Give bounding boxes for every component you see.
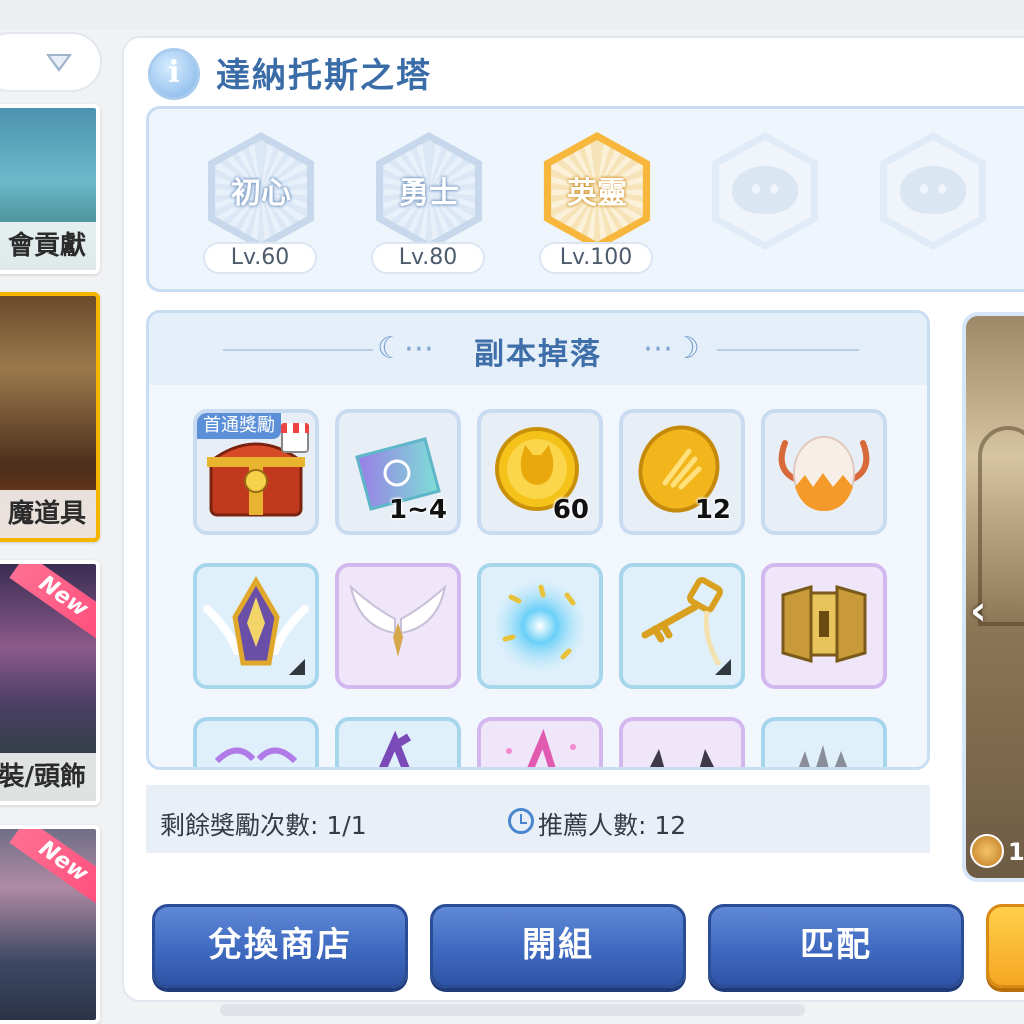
drop-item-gold-armor[interactable]: [761, 563, 887, 689]
sidebar-card-caption: 會貢獻: [0, 222, 96, 270]
item-quantity: 60: [552, 495, 589, 525]
drop-item-pink-sword[interactable]: [477, 717, 603, 767]
drop-item-cat-coin[interactable]: 60: [477, 409, 603, 535]
new-ribbon: New: [9, 564, 96, 641]
sidebar-card-contribution[interactable]: 會貢獻: [0, 104, 100, 274]
recommended-players-value: 12: [654, 811, 687, 840]
difficulty-level: Lv.60: [203, 242, 317, 274]
difficulty-label: 初心: [231, 176, 291, 211]
purple-claw-icon: [379, 730, 412, 767]
drop-item-purple-claw[interactable]: [335, 717, 461, 767]
gold-armor-icon: [781, 585, 867, 663]
drop-item-golden-key[interactable]: [619, 563, 745, 689]
egg-icon: [778, 436, 870, 511]
scroll-indicator: [220, 1004, 805, 1016]
drop-item-egg[interactable]: [761, 409, 887, 535]
enter-button[interactable]: [986, 904, 1024, 988]
moon-deco-icon: ⋯☽: [643, 331, 700, 366]
drop-item-dark-horns[interactable]: [619, 717, 745, 767]
drop-item-treasure-chest[interactable]: 首通獎勵: [193, 409, 319, 535]
first-clear-badge: 首通獎勵: [197, 413, 281, 439]
difficulty-label: 英靈: [567, 176, 627, 211]
pink-sword-icon: [506, 728, 576, 767]
top-strip: [0, 0, 1024, 30]
remaining-rewards-value: 1/1: [326, 811, 367, 840]
form-team-button[interactable]: 開組: [430, 904, 686, 988]
drop-item-angel-wings[interactable]: [335, 563, 461, 689]
drop-item-magic-orb[interactable]: [477, 563, 603, 689]
difficulty-label: 勇士: [399, 176, 459, 211]
drop-item-ticket[interactable]: 1~4: [335, 409, 461, 535]
drops-title: 副本掉落: [474, 337, 602, 372]
drop-item-winged-helm[interactable]: [193, 563, 319, 689]
remaining-rewards: 剩餘獎勵次數: 1/1: [160, 806, 367, 842]
clock-icon: [508, 808, 534, 834]
equip-corner-mark: [289, 659, 305, 675]
item-quantity: 1~4: [389, 495, 447, 525]
chevron-left-icon[interactable]: ‹: [970, 588, 986, 634]
angel-wings-icon: [349, 584, 447, 657]
drop-item-wing-coin[interactable]: 12: [619, 409, 745, 535]
sidebar-card-headgear[interactable]: New 裝/頭飾: [0, 560, 100, 805]
remaining-rewards-label: 剩餘獎勵次數:: [160, 811, 319, 840]
drop-item-silver-spikes[interactable]: [761, 717, 887, 767]
difficulty-level: Lv.80: [371, 242, 485, 274]
drops-header: ☾⋯ 副本掉落 ⋯☽: [149, 313, 927, 385]
recommended-players: 推薦人數: 12: [538, 806, 686, 842]
reward-badge-icon: [970, 834, 1004, 868]
match-button[interactable]: 匹配: [708, 904, 964, 988]
silver-spikes-icon: [798, 745, 848, 767]
poring-icon: [732, 166, 798, 214]
sidebar-card-caption: 魔道具: [0, 490, 96, 538]
purple-mask-icon: [214, 747, 298, 764]
difficulty-level: Lv.100: [539, 242, 653, 274]
shop-icon: [281, 423, 309, 453]
drop-item-purple-mask[interactable]: [193, 717, 319, 767]
sidebar-card-caption: 裝/頭飾: [0, 753, 96, 801]
equip-corner-mark: [715, 659, 731, 675]
category-dropdown[interactable]: [0, 32, 102, 92]
page-title: 達納托斯之塔: [216, 56, 432, 96]
info-icon[interactable]: i: [148, 48, 200, 100]
dark-horns-icon: [650, 749, 714, 767]
sidebar-card-4[interactable]: New: [0, 825, 100, 1024]
new-ribbon: New: [9, 829, 96, 906]
dropdown-arrow-icon[interactable]: [46, 54, 72, 72]
preview-count: 1/: [1008, 838, 1024, 866]
drops-panel: ☾⋯ 副本掉落 ⋯☽ 首通獎勵 1~4 60 12: [146, 310, 930, 770]
item-quantity: 12: [694, 495, 731, 525]
magic-orb-icon: [492, 578, 588, 674]
recommended-players-label: 推薦人數:: [538, 811, 647, 840]
exchange-shop-button[interactable]: 兌換商店: [152, 904, 408, 988]
sidebar-card-magic-items[interactable]: 魔道具: [0, 292, 100, 542]
poring-icon: [900, 166, 966, 214]
